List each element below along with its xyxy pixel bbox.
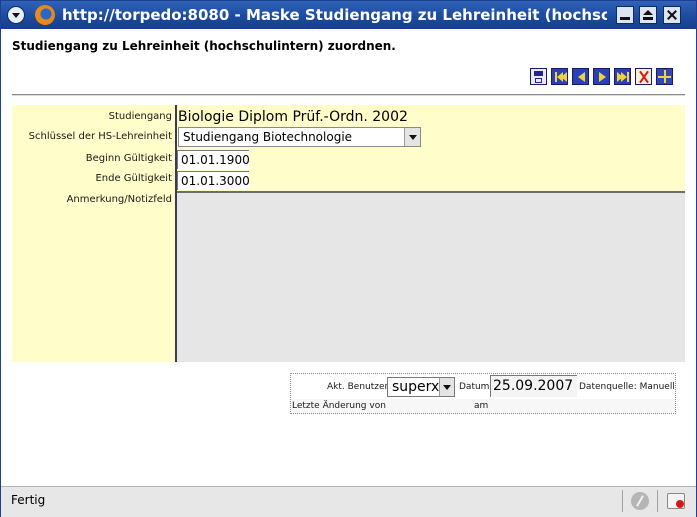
status-divider xyxy=(657,490,658,512)
schluessel-select-value: Studiengang Biotechnologie xyxy=(183,130,353,144)
delete-icon[interactable] xyxy=(635,68,652,85)
record-toolbar xyxy=(530,68,673,86)
user-label: Akt. Benutzer xyxy=(327,382,389,392)
last-change-row: Letzte Änderung von am xyxy=(291,399,675,413)
pen-icon xyxy=(631,492,649,510)
first-record-icon[interactable] xyxy=(551,68,568,85)
status-bar: Fertig xyxy=(1,486,696,517)
date-label: Datum xyxy=(459,382,490,392)
form-divider xyxy=(175,105,177,362)
footer-info-box: Akt. Benutzer superx Datum 25.09.2007 Da… xyxy=(290,373,676,414)
next-record-icon[interactable] xyxy=(593,68,610,85)
close-button[interactable] xyxy=(663,6,681,24)
save-icon[interactable] xyxy=(530,68,547,85)
page-heading: Studiengang zu Lehreinheit (hochschulint… xyxy=(12,39,396,53)
previous-record-icon[interactable] xyxy=(572,68,589,85)
anmerkung-label: Anmerkung/Notizfeld xyxy=(66,194,172,205)
last-record-icon[interactable] xyxy=(614,68,631,85)
browser-window: http://torpedo:8080 - Maske Studiengang … xyxy=(0,0,697,517)
studiengang-label: Studiengang xyxy=(108,111,172,122)
last-change-label: Letzte Änderung von xyxy=(292,401,386,411)
schluessel-label: Schlüssel der HS-Lehreinheit xyxy=(28,131,172,142)
connection-error-icon[interactable] xyxy=(667,493,685,509)
firefox-icon xyxy=(35,5,55,25)
ende-label: Ende Gültigkeit xyxy=(95,173,172,184)
studiengang-value: Biologie Diplom Prüf.-Ordn. 2002 xyxy=(178,109,408,125)
status-text: Fertig xyxy=(11,493,46,507)
anmerkung-textarea[interactable] xyxy=(177,191,685,362)
beginn-label: Beginn Gültigkeit xyxy=(85,153,172,164)
status-divider xyxy=(622,490,623,512)
header-divider xyxy=(12,94,685,96)
window-title: http://torpedo:8080 - Maske Studiengang … xyxy=(62,6,607,24)
schluessel-select[interactable]: Studiengang Biotechnologie xyxy=(178,127,421,147)
beginn-date-field[interactable]: 01.01.1900 xyxy=(177,150,250,169)
title-bar: http://torpedo:8080 - Maske Studiengang … xyxy=(1,1,696,29)
minimize-button[interactable] xyxy=(616,6,634,24)
am-label: am xyxy=(474,401,489,411)
new-record-icon[interactable] xyxy=(656,68,673,85)
date-field[interactable]: 25.09.2007 xyxy=(490,375,577,397)
window-menu-icon[interactable] xyxy=(7,6,25,24)
user-select-value: superx xyxy=(392,379,440,395)
user-select[interactable]: superx xyxy=(387,377,455,397)
maximize-button[interactable] xyxy=(639,6,657,24)
chevron-down-icon[interactable] xyxy=(439,378,454,396)
source-label: Datenquelle: Manuell xyxy=(579,382,675,392)
ende-date-field[interactable]: 01.01.3000 xyxy=(177,171,250,190)
chevron-down-icon[interactable] xyxy=(404,128,420,146)
